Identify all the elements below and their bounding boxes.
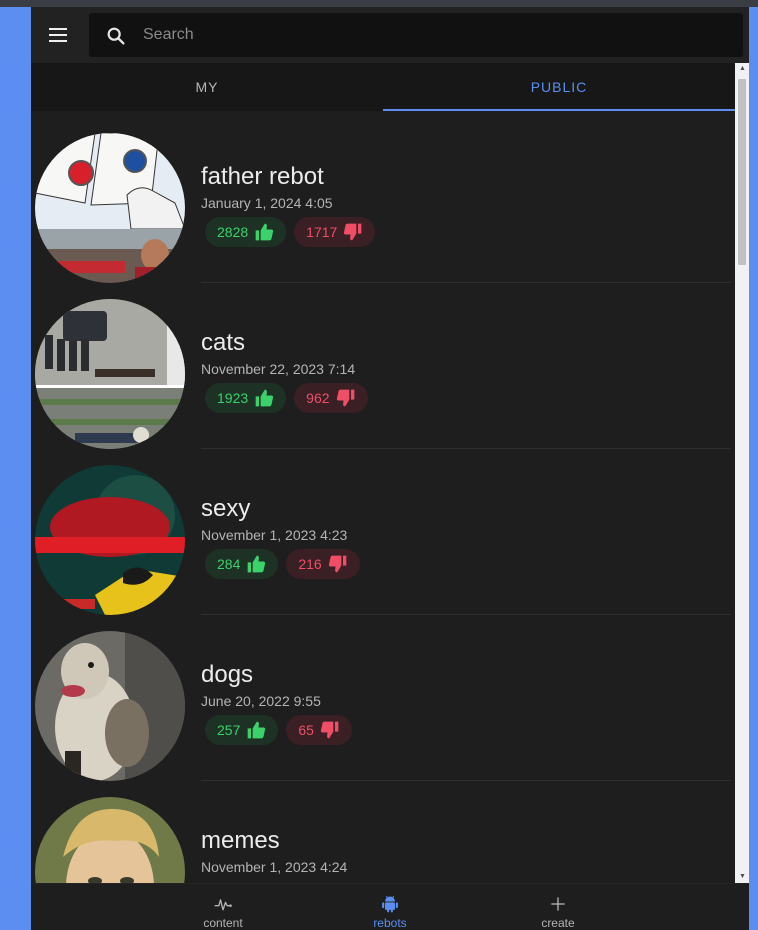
item-title: dogs	[201, 661, 254, 688]
tab-bar: MY PUBLIC	[31, 63, 735, 111]
upvote-button[interactable]: 2828	[205, 217, 287, 247]
tab-public[interactable]: PUBLIC	[383, 63, 735, 111]
thumbs-up-icon	[248, 721, 266, 739]
plus-icon	[551, 897, 565, 911]
nav-content-label: content	[203, 916, 243, 930]
vote-buttons: 2828 1717	[205, 217, 376, 247]
vote-buttons: 284 216	[205, 549, 360, 579]
nav-content[interactable]: content	[139, 884, 307, 930]
item-title: memes	[201, 827, 280, 854]
thumbs-up-icon	[248, 555, 266, 573]
scrollbar-thumb[interactable]	[738, 79, 746, 265]
window-top-strip	[0, 0, 758, 7]
item-date: June 20, 2022 9:55	[201, 693, 321, 709]
item-date: November 22, 2023 7:14	[201, 361, 356, 377]
app-bar	[31, 7, 749, 63]
active-tab-indicator	[383, 109, 735, 111]
list-item[interactable]: memes November 1, 2023 4:24	[35, 781, 731, 883]
nav-create[interactable]: create	[474, 884, 642, 930]
nav-create-label: create	[541, 916, 575, 930]
android-icon	[382, 895, 398, 913]
list-item[interactable]: father rebot January 1, 2024 4:05 2828 1…	[35, 117, 731, 283]
downvote-button[interactable]: 216	[286, 549, 360, 579]
list-item[interactable]: dogs June 20, 2022 9:55 257 65	[35, 615, 731, 781]
item-date: November 1, 2023 4:24	[201, 859, 348, 875]
upvote-count: 284	[217, 556, 241, 572]
app-window: MY PUBLIC ▲ ▼	[31, 7, 749, 930]
downvote-button[interactable]: 962	[294, 383, 368, 413]
thumbs-down-icon	[344, 223, 362, 241]
upvote-count: 1923	[217, 390, 249, 406]
bottom-navigation: content rebots create	[31, 883, 749, 930]
item-title: father rebot	[201, 163, 324, 190]
item-title: sexy	[201, 495, 251, 522]
thumbs-down-icon	[320, 721, 339, 739]
nav-rebots[interactable]: rebots	[306, 884, 474, 930]
menu-icon-bar	[49, 28, 67, 30]
item-date: November 1, 2023 4:23	[201, 527, 348, 543]
downvote-count: 65	[298, 722, 314, 738]
scroll-down-arrow-icon[interactable]: ▼	[739, 873, 746, 881]
menu-button[interactable]	[41, 18, 75, 52]
upvote-count: 2828	[217, 224, 249, 240]
avatar	[35, 299, 185, 449]
upvote-button[interactable]: 257	[205, 715, 279, 745]
menu-icon-bar	[49, 34, 67, 36]
avatar	[35, 465, 185, 615]
vote-buttons: 1923 962	[205, 383, 368, 413]
menu-icon-bar	[49, 40, 67, 42]
scrollbar[interactable]: ▲ ▼	[735, 63, 749, 883]
rebot-list: father rebot January 1, 2024 4:05 2828 1…	[35, 117, 731, 883]
thumbs-down-icon	[328, 555, 347, 573]
search-bar	[89, 13, 743, 57]
downvote-count: 216	[298, 556, 322, 572]
scroll-up-arrow-icon[interactable]: ▲	[739, 65, 746, 73]
nav-rebots-label: rebots	[373, 916, 407, 930]
upvote-button[interactable]: 1923	[205, 383, 287, 413]
item-date: January 1, 2024 4:05	[201, 195, 333, 211]
downvote-count: 962	[306, 390, 330, 406]
list-item[interactable]: sexy November 1, 2023 4:23 284 216	[35, 449, 731, 615]
upvote-count: 257	[217, 722, 241, 738]
search-input[interactable]	[143, 21, 723, 49]
thumbs-up-icon	[255, 223, 274, 241]
tab-my[interactable]: MY	[31, 63, 383, 111]
downvote-button[interactable]: 65	[286, 715, 352, 745]
upvote-button[interactable]: 284	[205, 549, 279, 579]
vote-buttons: 257 65	[205, 715, 352, 745]
avatar	[35, 631, 185, 781]
downvote-button[interactable]: 1717	[294, 217, 376, 247]
list-item[interactable]: cats November 22, 2023 7:14 1923 962	[35, 283, 731, 449]
pulse-icon	[214, 899, 232, 911]
thumbs-down-icon	[336, 389, 354, 407]
avatar	[35, 797, 185, 883]
search-icon	[107, 27, 125, 45]
item-title: cats	[201, 329, 246, 356]
downvote-count: 1717	[306, 224, 338, 240]
avatar	[35, 133, 185, 283]
thumbs-up-icon	[255, 389, 274, 407]
